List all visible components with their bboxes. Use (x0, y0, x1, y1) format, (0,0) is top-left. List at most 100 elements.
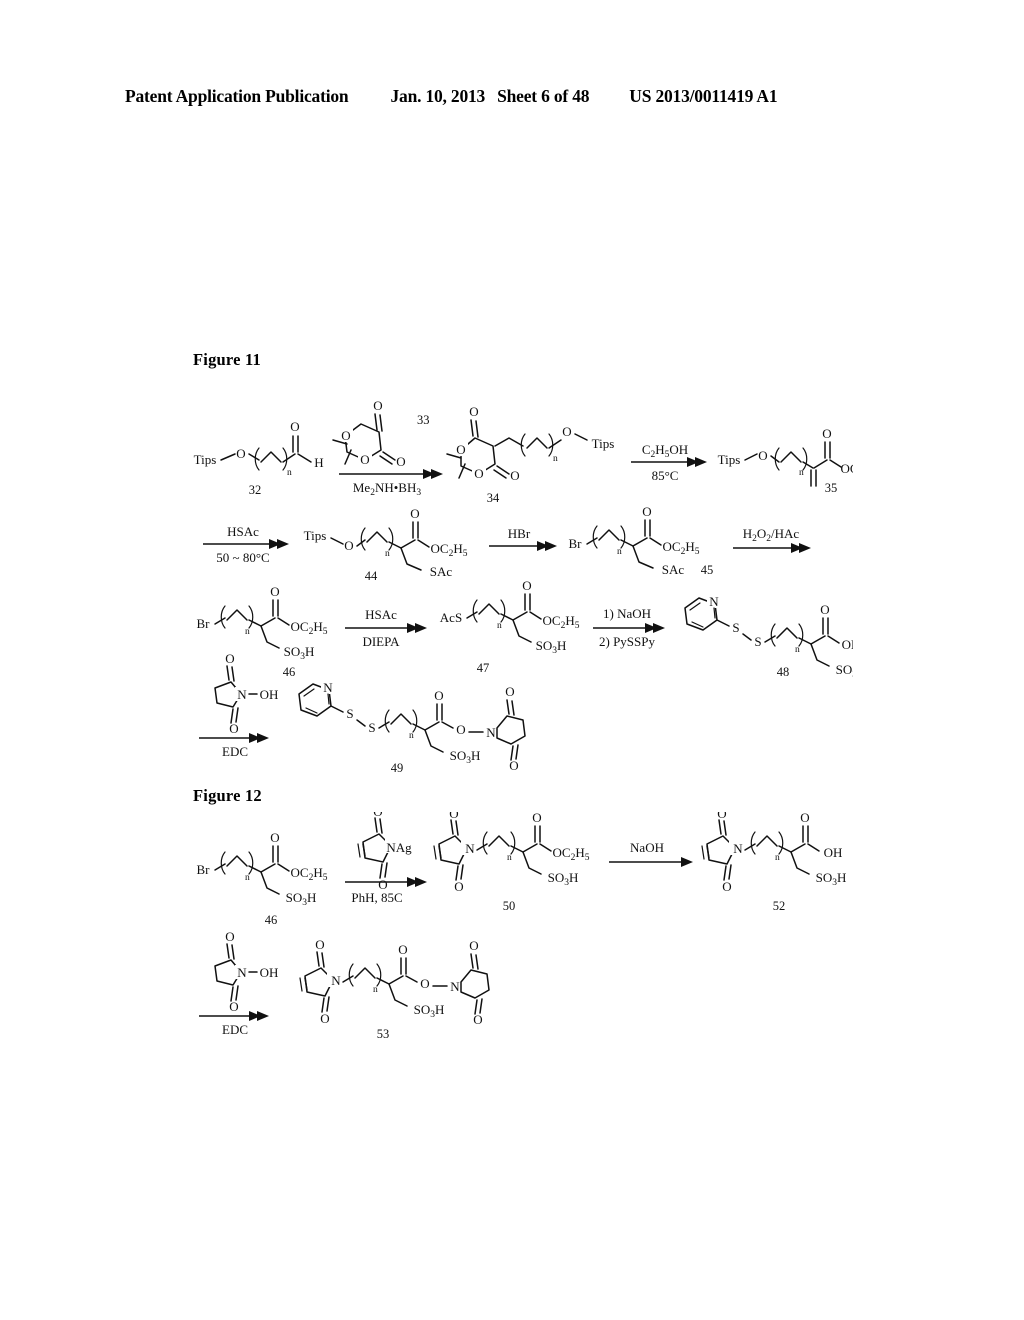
structure-50: O O N n SO3H O OC2H5 50 (433, 812, 590, 913)
header-date: Jan. 10, 2013 (390, 86, 486, 106)
subscript-n: n (617, 547, 622, 557)
atom-label-n-maleimide: N (331, 973, 341, 988)
reagent-hsac: HSAc (365, 607, 397, 622)
atom-label-tips: Tips (718, 452, 741, 467)
atom-label-o-keto-1: O (373, 812, 382, 819)
atom-label-so3h: SO3H (450, 748, 481, 766)
reagent-edc: EDC (222, 744, 248, 759)
compound-number-50: 50 (503, 899, 516, 913)
atom-label-n-pyridine: N (709, 594, 719, 609)
compound-number-45: 45 (701, 563, 714, 577)
structure-32: Tips O n O H 32 (194, 419, 324, 497)
atom-label-o-keto-2: O (229, 999, 238, 1014)
compound-number-47: 47 (477, 661, 490, 675)
compound-number-46: 46 (283, 665, 296, 679)
atom-label-o-ester: O (420, 976, 429, 991)
atom-label-o-carbonyl: O (434, 688, 443, 703)
atom-label-oc2h5: OC2H5 (543, 613, 580, 631)
atom-label-oc2h5: OC2H5 (291, 619, 328, 637)
reagent-diepa: DIEPA (362, 634, 400, 649)
structure-44: Tips O n SAc O OC2H5 44 (304, 506, 468, 583)
atom-label-o-keto-2: O (510, 468, 519, 483)
atom-label-tips: Tips (592, 436, 615, 451)
header-patent-number: US 2013/0011419 A1 (629, 86, 778, 106)
atom-label-o-keto-1: O (505, 684, 514, 699)
page-header: Patent Application Publication Jan. 10, … (125, 86, 899, 107)
atom-label-o-keto-1: O (717, 812, 726, 821)
atom-label-o-keto-2: O (722, 879, 731, 894)
atom-label-o-ring-2: O (360, 452, 369, 467)
atom-label-o-keto-2: O (454, 879, 463, 894)
reaction-arrow-5: H2O2/HAc (733, 526, 811, 553)
atom-label-oc2h5: OC2H5 (663, 539, 700, 557)
reagent-h2o2-hac: H2O2/HAc (743, 526, 800, 544)
atom-label-n-succinimide: N (450, 979, 460, 994)
atom-label-o-keto-2: O (396, 454, 405, 469)
subscript-n: n (245, 627, 250, 637)
atom-label-o-ring-1: O (341, 428, 350, 443)
subscript-n: n (373, 985, 378, 995)
reagent-maleimide-silver: NAg O O (357, 812, 412, 892)
reagent-hsac: HSAc (227, 524, 259, 539)
structure-48: N S S n SO3H (684, 594, 853, 680)
reagent-phh-85c: PhH, 85C (351, 890, 402, 905)
reaction-arrow-1: Me2NH•BH3 (339, 469, 443, 498)
reagent-n-hydroxysuccinimide-2: N O O OH (214, 929, 279, 1014)
structure-49: N S S n SO3H O O N O O 49 (298, 680, 526, 775)
atom-label-n-succinimide: N (486, 725, 496, 740)
atom-label-oc2h5: OC2H5 (841, 461, 853, 479)
atom-label-so3h: SO3H (836, 662, 853, 680)
atom-label-h: H (314, 455, 323, 470)
atom-label-so3h: SO3H (548, 870, 579, 888)
atom-label-o-ether: O (344, 538, 353, 553)
atom-label-o-keto-2: O (509, 758, 518, 773)
structure-35: Tips O n O OC2H5 (718, 426, 853, 495)
atom-label-sac: SAc (430, 564, 453, 579)
atom-label-s-2: S (754, 634, 761, 649)
atom-label-sac: SAc (662, 562, 685, 577)
reagent-pysspy-step-2: 2) PySSPy (599, 634, 655, 649)
figure-11-scheme: 35 =====================================… (194, 398, 853, 775)
atom-label-o-carbonyl: O (820, 602, 829, 617)
atom-label-n-succinimide: N (237, 687, 247, 702)
compound-number-34: 34 (487, 491, 500, 505)
atom-label-so3h: SO3H (536, 638, 567, 656)
atom-label-oh: OH (260, 965, 279, 980)
atom-label-s-1: S (732, 620, 739, 635)
reagent-edc: EDC (222, 1022, 248, 1037)
atom-label-oh: OH (260, 687, 279, 702)
compound-number-46: 46 (265, 913, 278, 927)
atom-label-so3h: SO3H (414, 1002, 445, 1020)
atom-label-o-keto-2: O (229, 721, 238, 736)
atom-label-o-keto-1: O (469, 938, 478, 953)
subscript-n: n (507, 853, 512, 863)
atom-label-n-maleimide: N (465, 841, 475, 856)
reagent-hbr: HBr (508, 526, 531, 541)
atom-label-o-carbonyl: O (800, 812, 809, 825)
atom-label-o-carbonyl: O (398, 942, 407, 957)
figure-12-label: Figure 12 (193, 786, 262, 805)
atom-label-n-succinimide: N (237, 965, 247, 980)
reaction-arrow-6: HSAc DIEPA (345, 607, 427, 649)
reagent-ethanol: C2H5OH (642, 442, 688, 460)
compound-number-35: 35 (825, 481, 838, 495)
subscript-n: n (775, 853, 780, 863)
atom-label-o-keto-2: O (473, 1012, 482, 1027)
atom-label-tips: Tips (304, 528, 327, 543)
reaction-arrow-10: NaOH (609, 840, 693, 867)
atom-label-so3h: SO3H (286, 890, 317, 908)
atom-label-o-keto-1: O (469, 404, 478, 419)
atom-label-oc2h5: OC2H5 (291, 865, 328, 883)
atom-label-o-carbonyl: O (410, 506, 419, 521)
atom-label-o-carbonyl: O (270, 830, 279, 845)
compound-number-49: 49 (391, 761, 404, 775)
atom-label-so3h: SO3H (284, 644, 315, 662)
structure-46-fig12: Br n SO3H O OC2H5 46 (197, 830, 328, 927)
compound-number-32: 32 (249, 483, 262, 497)
compound-number-52: 52 (773, 899, 786, 913)
reaction-arrow-3: HSAc 50 ~ 80°C (203, 524, 289, 565)
subscript-n: n (799, 468, 804, 478)
structure-52: O O N n SO3H O OH 52 (701, 812, 846, 913)
reagent-temperature-50-80c: 50 ~ 80°C (216, 550, 269, 565)
atom-label-o-carbonyl: O (522, 578, 531, 593)
